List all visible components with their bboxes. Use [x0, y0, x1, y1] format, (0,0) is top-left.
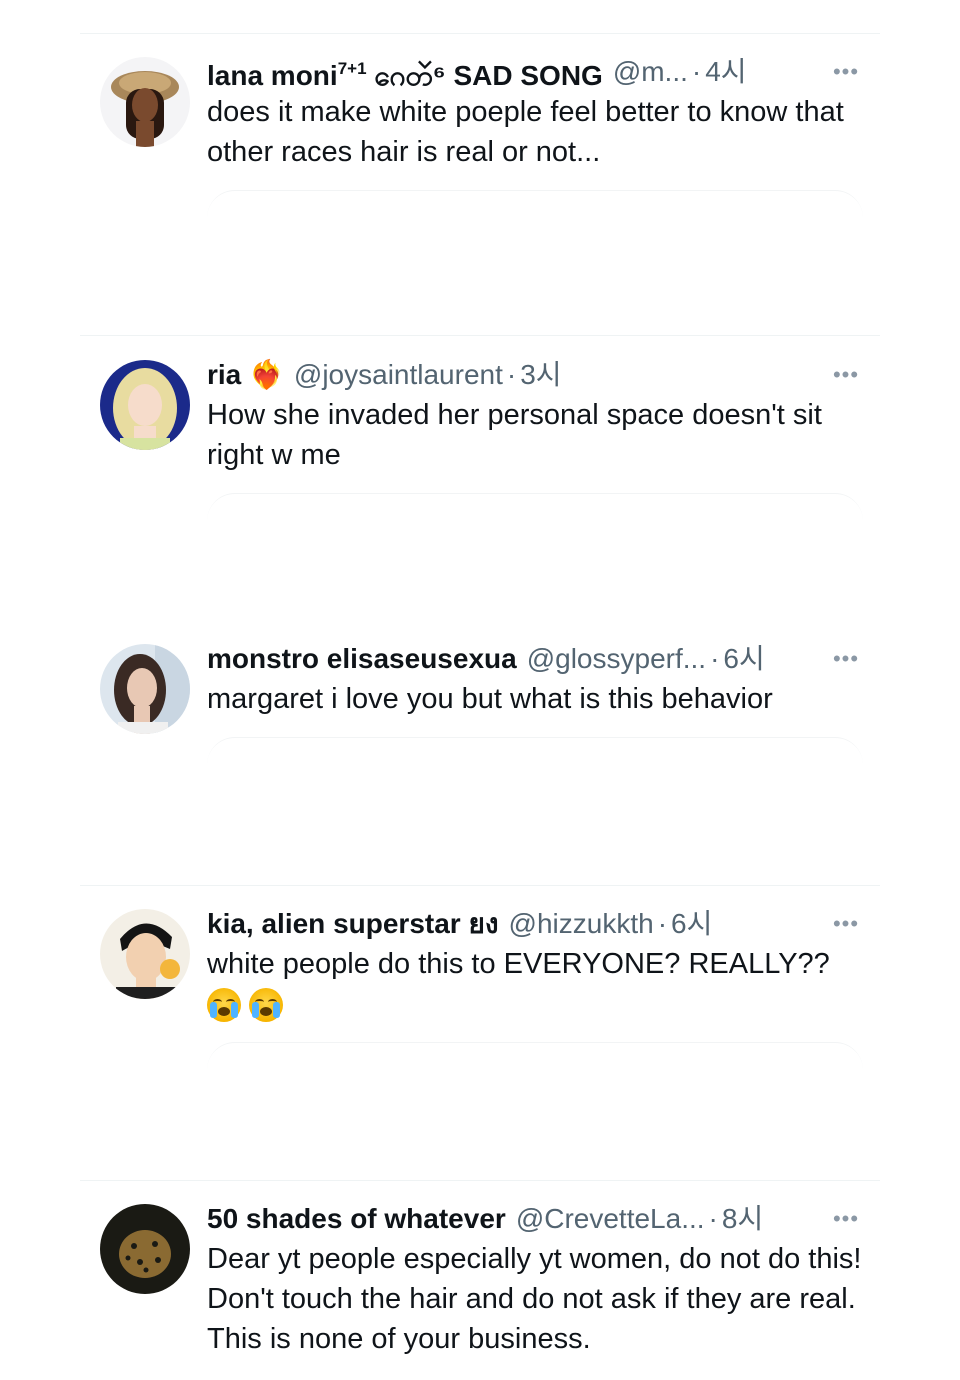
reply-text: Dear yt people especially yt women, do n…	[207, 1243, 862, 1355]
more-options-icon[interactable]: •••	[826, 54, 866, 90]
avatar[interactable]	[100, 57, 190, 147]
divider	[80, 335, 880, 336]
separator-dot: ·	[691, 56, 702, 87]
reply-header: lana moni7+1 ဂေတၴ⁶ SAD SONG @m... · 4시	[207, 52, 827, 92]
faded-media-card	[207, 493, 863, 553]
display-name[interactable]: monstro elisaseusexua	[207, 639, 517, 679]
heart-on-fire-icon: ❤️‍🔥	[249, 359, 284, 390]
separator-dot: ·	[708, 1203, 718, 1234]
faded-media-card	[207, 1042, 863, 1102]
avatar-brunette-woman-icon	[100, 644, 190, 734]
reply-header: monstro elisaseusexua @glossyperf... · 6…	[207, 639, 827, 679]
reply-item[interactable]: monstro elisaseusexua @glossyperf... · 6…	[0, 639, 960, 859]
display-name[interactable]: ria ❤️‍🔥	[207, 355, 284, 395]
reply-header: ria ❤️‍🔥 @joysaintlaurent · 3시	[207, 355, 827, 395]
reply-item[interactable]: 50 shades of whatever @CrevetteLa... · 8…	[0, 1199, 960, 1369]
loudly-crying-face-icon	[207, 988, 241, 1023]
user-handle[interactable]: @glossyperf...	[527, 639, 706, 679]
divider	[80, 33, 880, 34]
more-options-icon[interactable]: •••	[826, 641, 866, 677]
avatar-woman-brown-hat-icon	[100, 57, 190, 147]
faded-media-card	[207, 737, 863, 797]
reply-text: white people do this to EVERYONE? REALLY…	[207, 944, 872, 1024]
separator-dot: ·	[710, 643, 720, 674]
faded-media-card	[207, 190, 863, 250]
user-handle[interactable]: @hizzukkth	[509, 904, 654, 944]
separator-dot: ·	[506, 359, 517, 390]
user-handle[interactable]: @m...	[613, 52, 688, 92]
name-suffix: ဂေတၴ⁶ SAD SONG	[374, 59, 603, 91]
separator-dot: ·	[657, 908, 668, 939]
avatar[interactable]	[100, 1204, 190, 1294]
more-options-icon[interactable]: •••	[826, 906, 866, 942]
divider	[80, 1180, 880, 1181]
timestamp[interactable]: 8시	[722, 1199, 763, 1239]
avatar-leopard-icon	[100, 1204, 190, 1294]
more-options-icon[interactable]: •••	[826, 1201, 866, 1237]
avatar[interactable]	[100, 360, 190, 450]
reply-text-content: white people do this to EVERYONE? REALLY…	[207, 948, 830, 980]
timestamp[interactable]: 3시	[520, 355, 561, 395]
reply-item[interactable]: lana moni7+1 ဂေတၴ⁶ SAD SONG @m... · 4시 •…	[0, 52, 960, 312]
reply-text: does it make white poeple feel better to…	[207, 96, 844, 168]
user-handle[interactable]: @CrevetteLa...	[516, 1199, 705, 1239]
avatar-blonde-woman-icon	[100, 360, 190, 450]
timestamp[interactable]: 4시	[705, 52, 746, 92]
avatar[interactable]	[100, 909, 190, 999]
divider	[80, 885, 880, 886]
reply-header: kia, alien superstar ยง @hizzukkth · 6시	[207, 904, 827, 944]
reply-item[interactable]: kia, alien superstar ยง @hizzukkth · 6시 …	[0, 904, 960, 1164]
more-options-icon[interactable]: •••	[826, 357, 866, 393]
reply-text: margaret i love you but what is this beh…	[207, 683, 773, 715]
reply-feed: lana moni7+1 ဂေတၴ⁶ SAD SONG @m... · 4시 •…	[0, 0, 960, 1380]
timestamp[interactable]: 6시	[723, 639, 764, 679]
avatar-cartoon-man-icon	[100, 909, 190, 999]
loudly-crying-face-icon	[249, 988, 283, 1023]
user-handle[interactable]: @joysaintlaurent	[294, 355, 503, 395]
display-name[interactable]: kia, alien superstar ยง	[207, 904, 499, 944]
avatar[interactable]	[100, 644, 190, 734]
display-name[interactable]: lana moni7+1 ဂေတၴ⁶ SAD SONG	[207, 52, 603, 92]
name-superscript: 7+1	[337, 58, 367, 78]
display-name[interactable]: 50 shades of whatever	[207, 1199, 506, 1239]
reply-text: How she invaded her personal space doesn…	[207, 399, 822, 471]
timestamp[interactable]: 6시	[671, 904, 712, 944]
reply-header: 50 shades of whatever @CrevetteLa... · 8…	[207, 1199, 827, 1239]
